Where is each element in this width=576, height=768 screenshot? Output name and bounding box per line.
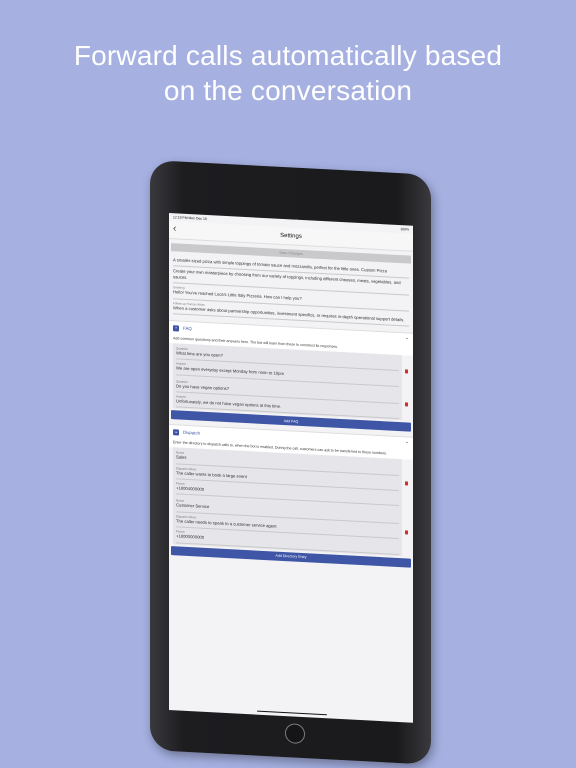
tablet-frame: 12:18 PM Mon Dec 18 100% ‹ Settings Save…: [150, 160, 431, 765]
faq-icon: ?: [173, 324, 179, 332]
status-battery: 100%: [400, 227, 409, 232]
phone-forward-icon: ↪: [173, 429, 179, 436]
dispatch-title: Dispatch: [183, 430, 201, 437]
home-button: [285, 723, 305, 745]
headline-line-1: Forward calls automatically based: [73, 40, 503, 71]
headline: Forward calls automatically based on the…: [0, 38, 576, 108]
headline-line-2: on the conversation: [163, 75, 413, 106]
chevron-up-icon[interactable]: ⌃: [405, 337, 409, 343]
trash-icon: [404, 402, 409, 407]
delete-faq-button[interactable]: [402, 388, 411, 421]
status-time: 12:18 PM Mon Dec 18: [173, 215, 207, 221]
faq-title: FAQ: [183, 325, 192, 332]
home-indicator: [257, 710, 327, 716]
back-chevron-icon[interactable]: ‹: [173, 223, 176, 234]
trash-icon: [404, 529, 409, 535]
app-screen: 12:18 PM Mon Dec 18 100% ‹ Settings Save…: [169, 212, 413, 723]
delete-dispatch-button[interactable]: [402, 459, 411, 508]
business-fields: A smaller-sized pizza with simple toppin…: [169, 254, 413, 328]
delete-dispatch-button[interactable]: [402, 508, 411, 557]
trash-icon: [404, 369, 409, 374]
chevron-up-icon[interactable]: ⌃: [405, 441, 409, 447]
delete-faq-button[interactable]: [402, 355, 411, 388]
page-title: Settings: [280, 232, 302, 240]
trash-icon: [404, 481, 409, 486]
